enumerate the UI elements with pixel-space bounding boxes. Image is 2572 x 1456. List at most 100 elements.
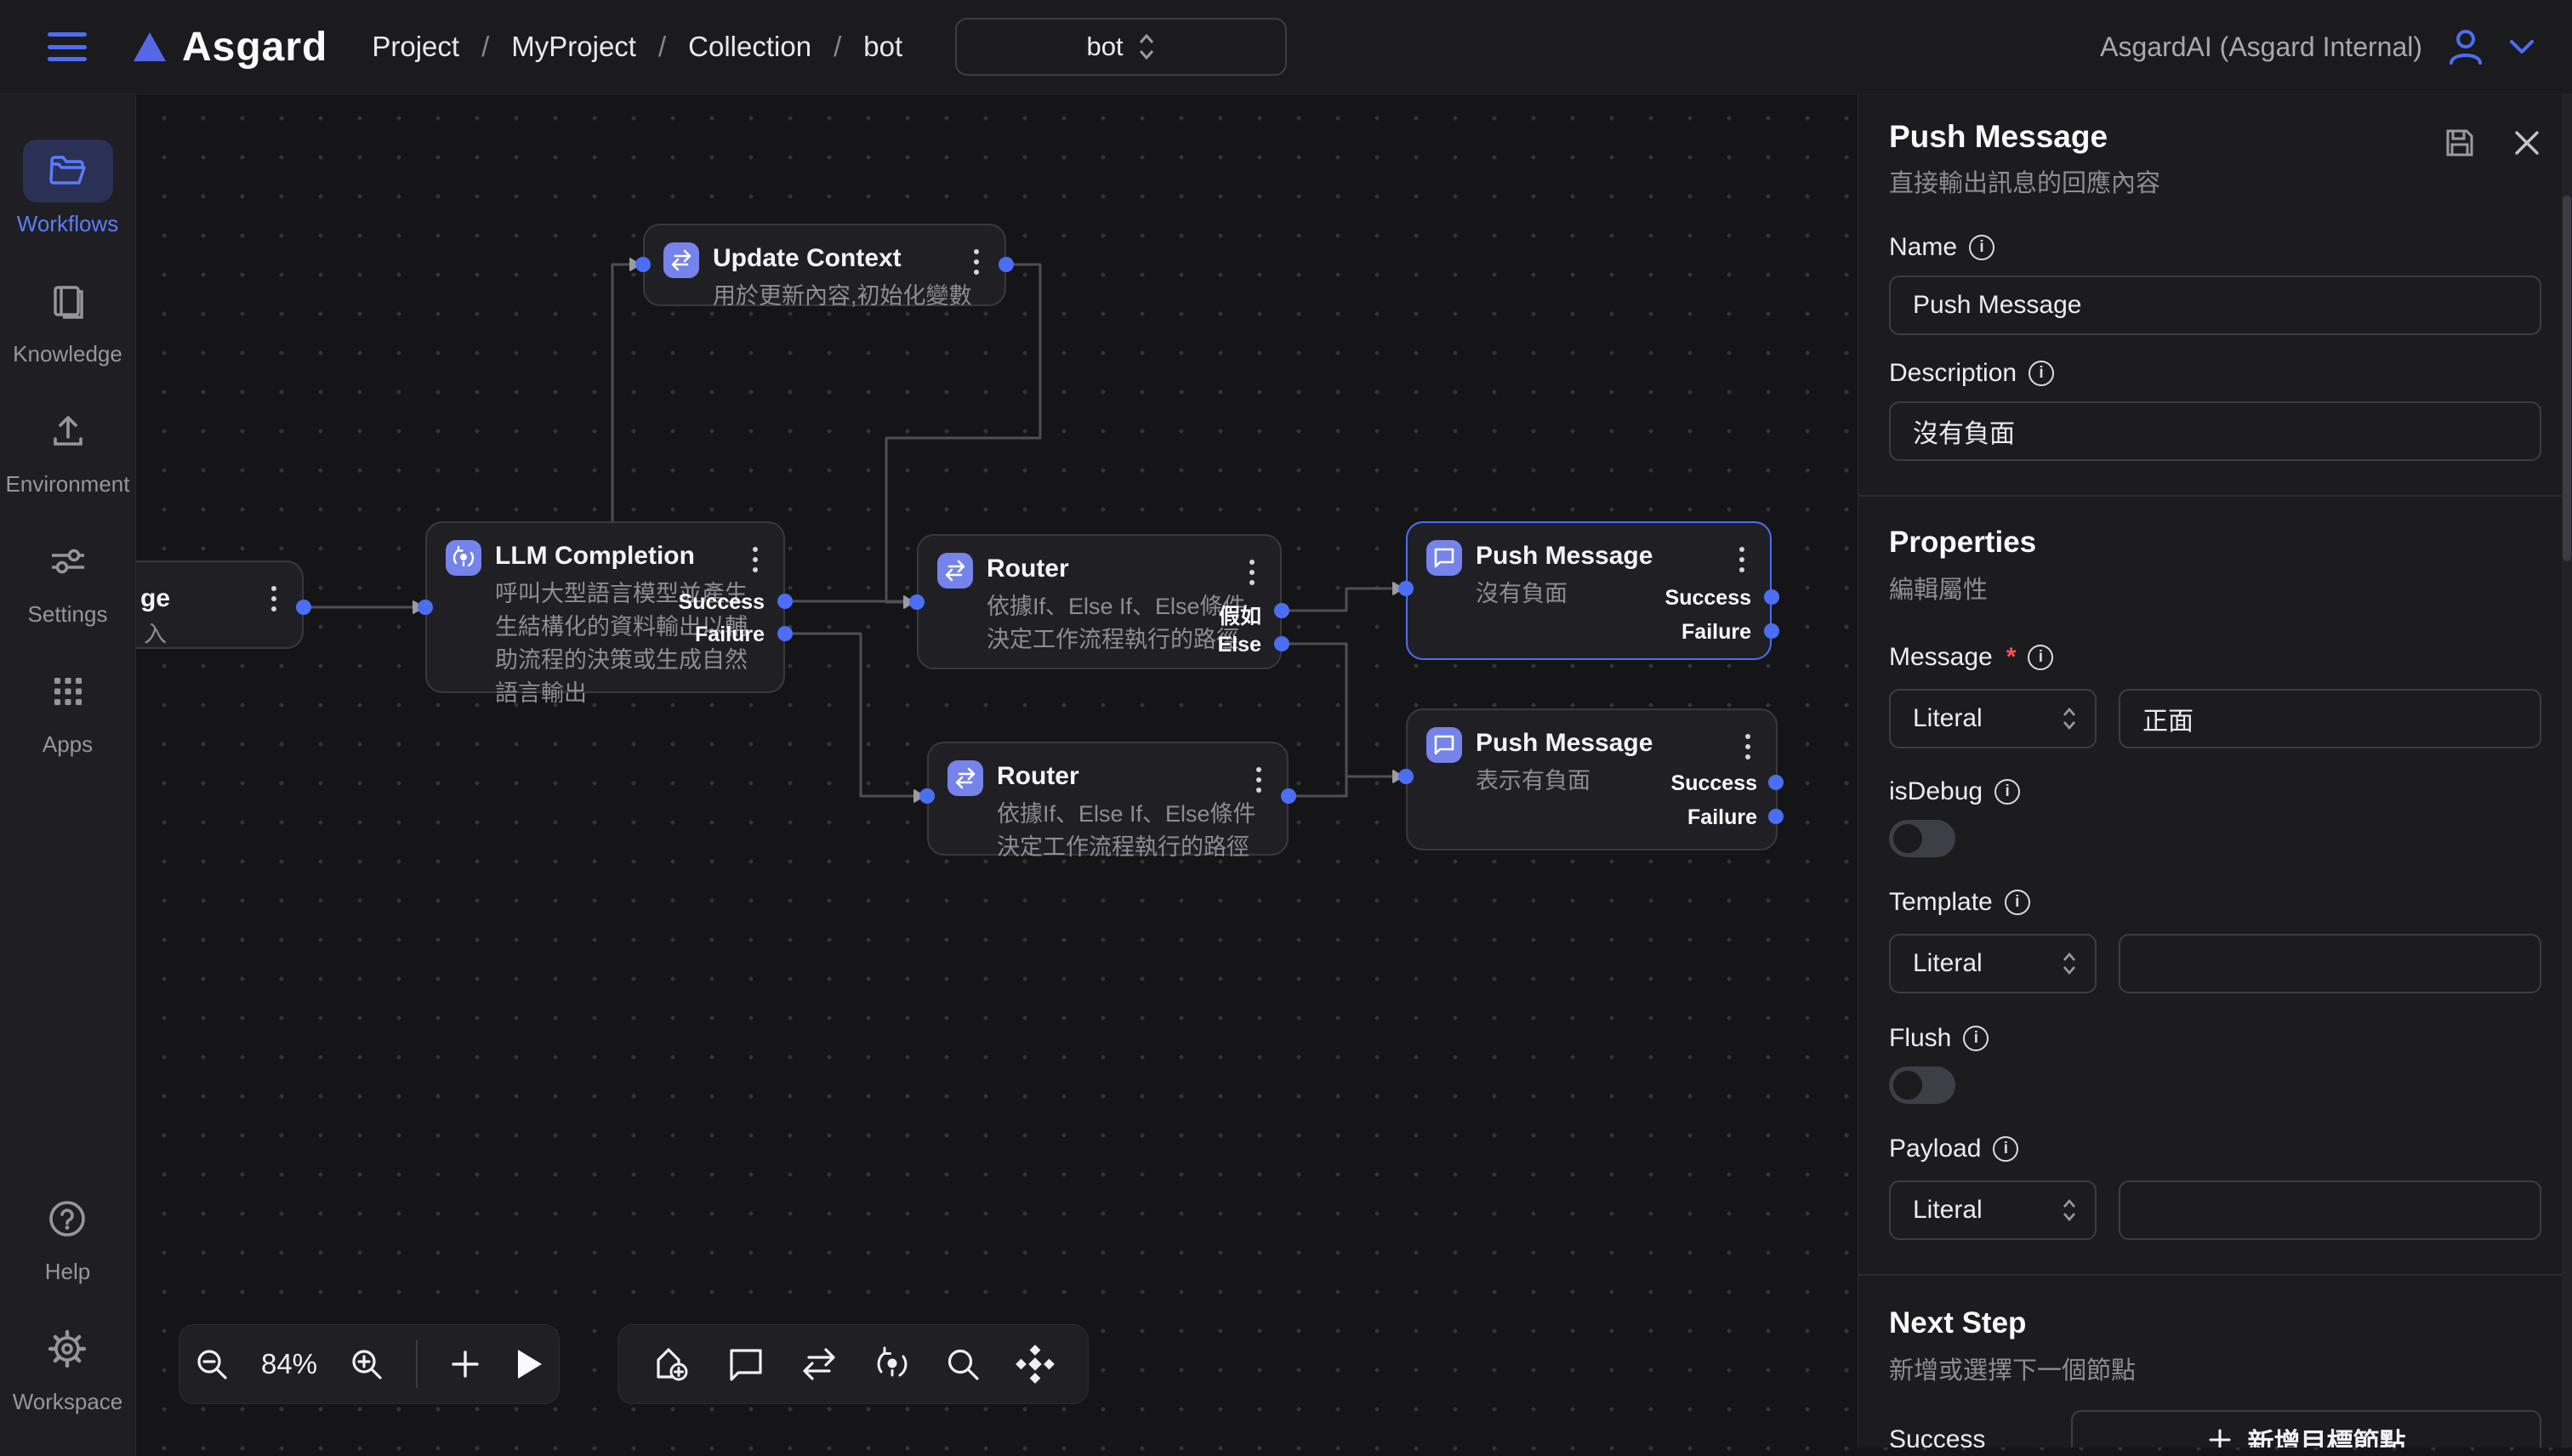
help-circle-icon xyxy=(48,1199,87,1238)
sidebar-item-workspace[interactable]: Workspace xyxy=(13,1317,123,1415)
kebab-menu-icon[interactable] xyxy=(749,543,761,576)
label-text: Flush xyxy=(1889,1024,1951,1053)
zoom-out-icon[interactable] xyxy=(193,1345,230,1383)
node-partial[interactable]: ge 入 xyxy=(136,560,304,649)
kebab-menu-icon[interactable] xyxy=(970,246,982,278)
node-push-message-1[interactable]: Push Message 沒有負面 Success Failure xyxy=(1406,521,1772,660)
output-port-failure[interactable] xyxy=(1764,623,1779,639)
sidebar-item-workflows[interactable]: Workflows xyxy=(17,139,118,237)
account-chevron-down-icon[interactable] xyxy=(2509,39,2535,54)
toolbar-divider xyxy=(416,1340,418,1388)
info-icon[interactable]: i xyxy=(1963,1026,1989,1051)
kebab-menu-icon[interactable] xyxy=(1742,731,1754,763)
panel-scrollbar-thumb[interactable] xyxy=(2563,196,2571,561)
input-port[interactable] xyxy=(1398,581,1414,596)
breadcrumb-project[interactable]: Project xyxy=(372,31,459,63)
breadcrumb-separator: / xyxy=(658,31,666,63)
asgard-logo: Asgard xyxy=(133,24,327,71)
output-port-success[interactable] xyxy=(777,594,793,609)
user-icon[interactable] xyxy=(2444,26,2487,68)
info-icon[interactable]: i xyxy=(1993,1136,2018,1162)
template-value-input[interactable] xyxy=(2119,934,2541,993)
input-port[interactable] xyxy=(919,788,935,804)
name-input[interactable] xyxy=(1889,276,2541,335)
sliders-icon xyxy=(48,544,88,578)
apps-grid-icon xyxy=(50,674,86,709)
edge xyxy=(1289,776,1346,796)
chat-bubble-icon[interactable] xyxy=(726,1346,765,1382)
template-mode-select[interactable]: Literal xyxy=(1889,934,2097,993)
info-icon[interactable]: i xyxy=(2029,361,2054,386)
add-target-node-button-success[interactable]: 新增目標節點 xyxy=(2071,1410,2541,1447)
next-step-subheading: 新增或選擇下一個節點 xyxy=(1889,1351,2541,1386)
workspace-pill xyxy=(22,1317,112,1380)
swap-arrows-icon xyxy=(663,242,699,278)
input-port[interactable] xyxy=(909,594,925,610)
run-icon[interactable] xyxy=(513,1346,545,1382)
kebab-menu-icon[interactable] xyxy=(1253,764,1265,796)
sidebar-item-apps[interactable]: Apps xyxy=(23,660,113,758)
zoom-in-icon[interactable] xyxy=(348,1345,385,1383)
edge xyxy=(785,634,913,796)
section-divider xyxy=(1858,495,2572,497)
save-icon[interactable] xyxy=(2443,126,2477,160)
info-icon[interactable]: i xyxy=(2028,645,2053,670)
edge xyxy=(1282,644,1392,776)
sidebar-item-label: Settings xyxy=(28,601,108,628)
output-port-else[interactable] xyxy=(1274,636,1289,651)
move-icon[interactable] xyxy=(1016,1345,1055,1384)
output-port[interactable] xyxy=(296,600,311,615)
sidebar-item-help[interactable]: Help xyxy=(22,1187,112,1285)
description-input[interactable] xyxy=(1889,401,2541,461)
breadcrumb-myproject[interactable]: MyProject xyxy=(511,31,636,63)
node-llm-completion[interactable]: LLM Completion 呼叫大型語言模型並產生生結構化的資料輸出以輔助流程… xyxy=(425,521,785,693)
panel-scrollbar-track[interactable] xyxy=(2562,94,2572,1447)
kebab-menu-icon[interactable] xyxy=(268,583,280,615)
input-port[interactable] xyxy=(635,257,651,272)
output-port-failure[interactable] xyxy=(777,626,793,641)
workflows-active-pill xyxy=(23,139,113,202)
message-mode-select[interactable]: Literal xyxy=(1889,689,2097,748)
sidebar-item-environment[interactable]: Environment xyxy=(6,400,130,498)
search-icon[interactable] xyxy=(944,1345,982,1383)
node-router-1[interactable]: Router 依據If、Else If、Else條件決定工作流程執行的路徑 假如… xyxy=(917,534,1282,669)
isdebug-toggle[interactable] xyxy=(1889,820,1955,857)
info-icon[interactable]: i xyxy=(1969,235,1994,260)
sidebar-item-settings[interactable]: Settings xyxy=(23,530,113,628)
sidebar-item-knowledge[interactable]: Knowledge xyxy=(13,270,122,367)
info-icon[interactable]: i xyxy=(2005,890,2030,915)
left-sidebar: Workflows Knowledge Environment xyxy=(0,94,136,1456)
node-router-2[interactable]: Router 依據If、Else If、Else條件決定工作流程執行的路徑 xyxy=(927,742,1289,856)
llm-bulb-icon[interactable] xyxy=(873,1345,911,1383)
workflow-selector[interactable]: bot xyxy=(955,18,1287,76)
breadcrumb-collection[interactable]: Collection xyxy=(688,31,811,63)
output-port-success[interactable] xyxy=(1764,589,1779,605)
node-push-message-2[interactable]: Push Message 表示有負面 Success Failure xyxy=(1406,708,1778,850)
payload-value-input[interactable] xyxy=(2119,1180,2541,1240)
navbar-right: AsgardAI (Asgard Internal) xyxy=(2100,26,2535,68)
kebab-menu-icon[interactable] xyxy=(1246,556,1258,589)
close-icon[interactable] xyxy=(2512,128,2541,157)
output-port-success[interactable] xyxy=(1768,775,1784,790)
info-icon[interactable]: i xyxy=(1994,779,2020,805)
node-title: Push Message xyxy=(1476,542,1653,571)
output-port-if[interactable] xyxy=(1274,603,1289,618)
node-update-context[interactable]: Update Context 用於更新內容,初始化變數 xyxy=(643,224,1006,306)
input-port[interactable] xyxy=(418,600,433,615)
logo-text: Asgard xyxy=(182,24,327,71)
gear-icon xyxy=(48,1329,87,1368)
output-port[interactable] xyxy=(999,257,1014,272)
add-icon[interactable] xyxy=(448,1347,482,1381)
input-port[interactable] xyxy=(1398,769,1414,784)
swap-arrows-icon[interactable] xyxy=(799,1347,839,1381)
hamburger-menu-icon[interactable] xyxy=(48,32,87,61)
message-value-input[interactable] xyxy=(2119,689,2541,748)
payload-mode-select[interactable]: Literal xyxy=(1889,1180,2097,1240)
breadcrumb-bot[interactable]: bot xyxy=(863,31,902,63)
kebab-menu-icon[interactable] xyxy=(1736,543,1748,576)
flush-toggle[interactable] xyxy=(1889,1066,1955,1104)
logo-triangle-icon xyxy=(133,31,167,62)
output-port[interactable] xyxy=(1281,788,1296,804)
add-node-icon[interactable] xyxy=(652,1345,692,1384)
output-port-failure[interactable] xyxy=(1768,809,1784,824)
